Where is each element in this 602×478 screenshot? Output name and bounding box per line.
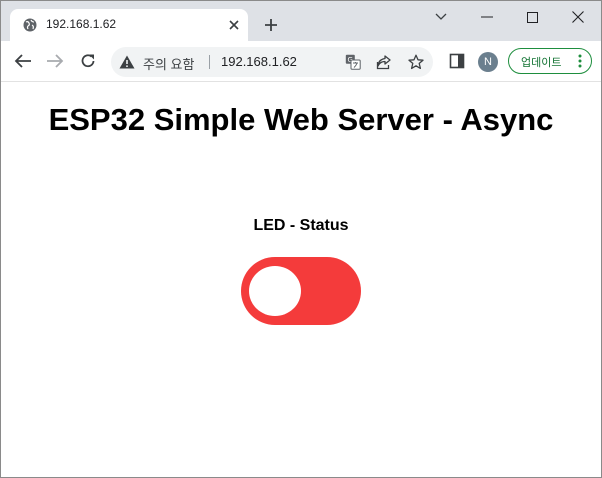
globe-icon — [23, 18, 37, 32]
plus-icon[interactable] — [263, 17, 279, 33]
close-window-icon — [572, 11, 584, 23]
address-bar[interactable]: 주의 요함 192.168.1.62 G — [111, 47, 433, 77]
update-button[interactable]: 업데이트 — [508, 48, 592, 74]
maximize-icon — [526, 11, 538, 23]
omnibox-divider — [209, 55, 210, 69]
forward-arrow-icon — [47, 54, 64, 68]
share-icon[interactable] — [376, 54, 392, 70]
reload-button[interactable] — [78, 51, 98, 71]
browser-tab[interactable]: 192.168.1.62 — [10, 9, 248, 41]
tab-strip: 192.168.1.62 — [1, 1, 601, 41]
more-vert-icon — [578, 54, 582, 68]
close-icon[interactable] — [226, 17, 242, 33]
toggle-knob[interactable] — [249, 266, 301, 316]
minimize-icon — [481, 16, 493, 18]
tab-search-button[interactable] — [427, 7, 455, 27]
led-toggle-switch[interactable] — [241, 257, 361, 325]
page-title: ESP32 Simple Web Server - Async — [48, 102, 554, 137]
minimize-button[interactable] — [473, 7, 501, 27]
profile-avatar[interactable]: N — [478, 52, 498, 72]
browser-toolbar: 주의 요함 192.168.1.62 G N 업데이트 — [1, 41, 601, 82]
side-panel-icon[interactable] — [449, 53, 465, 69]
url-text[interactable]: 192.168.1.62 — [221, 54, 297, 69]
forward-button[interactable] — [45, 51, 65, 71]
led-status-label: LED - Status — [253, 217, 349, 234]
reload-icon — [81, 54, 95, 68]
star-icon[interactable] — [408, 54, 424, 70]
chevron-down-icon — [435, 13, 447, 20]
back-arrow-icon — [14, 54, 31, 68]
warning-icon[interactable] — [119, 55, 135, 69]
close-window-button[interactable] — [564, 7, 592, 27]
update-button-label: 업데이트 — [521, 57, 562, 69]
tab-title: 192.168.1.62 — [46, 17, 117, 31]
browser-window: 192.168.1.62 주의 요함 192.168.1.62 G N 업데이트… — [0, 0, 602, 478]
security-status-label[interactable]: 주의 요함 — [143, 54, 194, 73]
translate-icon[interactable]: G — [345, 54, 361, 70]
back-button[interactable] — [13, 51, 33, 71]
maximize-button[interactable] — [518, 7, 546, 27]
page-content: ESP32 Simple Web Server - Async LED - St… — [1, 82, 601, 477]
